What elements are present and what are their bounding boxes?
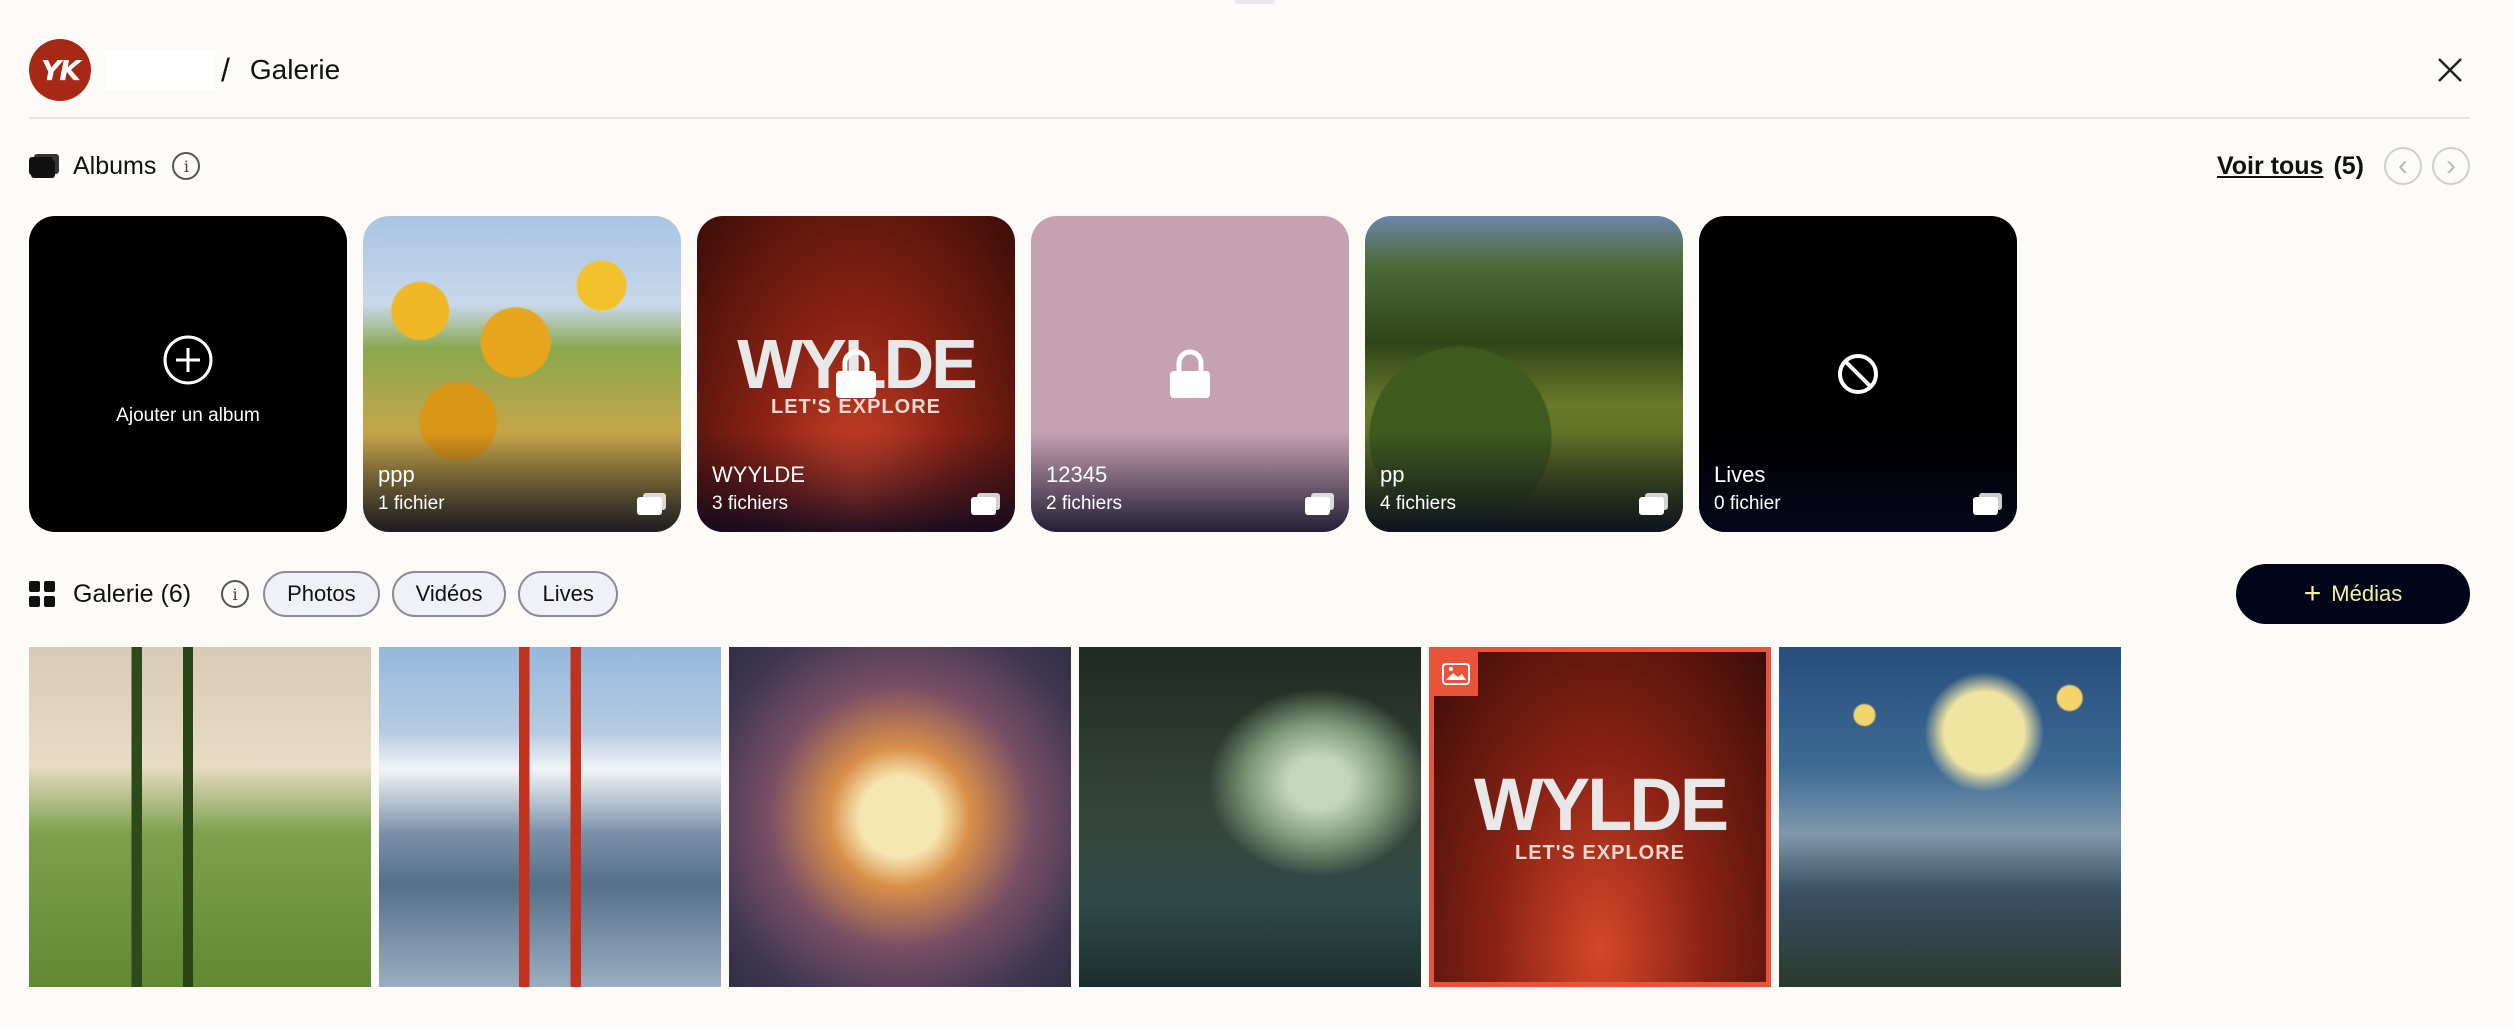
gallery-title: Galerie (6) bbox=[73, 579, 192, 608]
image-badge bbox=[1434, 652, 1478, 696]
blocked-icon bbox=[1838, 354, 1878, 394]
brand-logo[interactable]: YK bbox=[29, 39, 91, 101]
media-artwork-subtext: LET'S EXPLORE bbox=[1514, 842, 1685, 864]
gallery-grid: WYLDE LET'S EXPLORE bbox=[29, 647, 2121, 987]
album-name: Lives bbox=[1714, 462, 1766, 487]
album-card[interactable]: 12345 2 fichiers bbox=[1031, 216, 1349, 532]
gallery-header: Galerie (6) i Photos Vidéos Lives + Médi… bbox=[29, 564, 2470, 624]
add-album-label: Ajouter un album bbox=[116, 405, 260, 426]
add-album-card[interactable]: Ajouter un album bbox=[29, 216, 347, 532]
folder-icon bbox=[1639, 493, 1668, 515]
grid-icon bbox=[29, 581, 55, 607]
albums-list: Ajouter un album ppp 1 fichier WYLDE LET… bbox=[29, 216, 2017, 532]
folder-icon bbox=[637, 493, 666, 515]
filter-lives[interactable]: Lives bbox=[518, 571, 618, 617]
media-artwork-text: WYLDE bbox=[1473, 763, 1729, 846]
add-media-label: Médias bbox=[2331, 581, 2403, 606]
page-title: Galerie bbox=[249, 54, 341, 85]
chevron-right-icon: › bbox=[2446, 149, 2456, 182]
gallery-item-selected[interactable]: WYLDE LET'S EXPLORE bbox=[1429, 647, 1771, 987]
albums-header: Albums i Voir tous (5) ‹ › bbox=[29, 136, 2470, 196]
gallery-item[interactable] bbox=[29, 647, 371, 987]
album-artwork-subtext: LET'S EXPLORE bbox=[770, 396, 941, 418]
plus-icon: + bbox=[2303, 577, 2322, 610]
top-handle bbox=[1235, 0, 1275, 4]
folder-icon bbox=[1973, 493, 2002, 515]
album-card[interactable]: pp 4 fichiers bbox=[1365, 216, 1683, 532]
header-divider bbox=[29, 117, 2470, 119]
album-name: 12345 bbox=[1046, 462, 1108, 487]
close-button[interactable] bbox=[2430, 50, 2470, 90]
filter-photos[interactable]: Photos bbox=[263, 571, 380, 617]
see-all: Voir tous (5) bbox=[2217, 152, 2364, 181]
folder-icon bbox=[1305, 493, 1334, 515]
header: YK / Galerie bbox=[29, 38, 2470, 102]
folder-icon bbox=[971, 493, 1000, 515]
plus-circle-icon bbox=[163, 335, 213, 385]
see-all-link[interactable]: Voir tous bbox=[2217, 152, 2323, 181]
next-button[interactable]: › bbox=[2432, 147, 2470, 185]
album-name: ppp bbox=[378, 462, 415, 487]
filter-videos[interactable]: Vidéos bbox=[391, 571, 507, 617]
gallery-item[interactable] bbox=[1779, 647, 2121, 987]
info-icon[interactable]: i bbox=[172, 152, 201, 180]
lock-icon bbox=[836, 349, 876, 398]
albums-count: (5) bbox=[2333, 151, 2364, 180]
album-count: 1 fichier bbox=[378, 493, 445, 514]
album-count: 2 fichiers bbox=[1046, 493, 1123, 514]
add-media-button[interactable]: + Médias bbox=[2236, 564, 2470, 624]
username-redacted bbox=[105, 50, 215, 90]
album-card[interactable]: Lives 0 fichier bbox=[1699, 216, 2017, 532]
image-icon bbox=[1442, 663, 1470, 685]
gallery-item[interactable] bbox=[729, 647, 1071, 987]
albums-title: Albums bbox=[73, 151, 157, 180]
gallery-item[interactable] bbox=[379, 647, 721, 987]
album-name: WYYLDE bbox=[712, 462, 805, 487]
chevron-left-icon: ‹ bbox=[2398, 149, 2408, 182]
album-name: pp bbox=[1380, 462, 1405, 487]
prev-button[interactable]: ‹ bbox=[2384, 147, 2422, 185]
gallery-item[interactable] bbox=[1079, 647, 1421, 987]
folder-icon bbox=[29, 154, 59, 178]
close-icon bbox=[2438, 58, 2462, 82]
info-icon[interactable]: i bbox=[221, 580, 250, 608]
album-count: 0 fichier bbox=[1714, 493, 1781, 514]
album-card[interactable]: ppp 1 fichier bbox=[363, 216, 681, 532]
album-count: 3 fichiers bbox=[712, 493, 789, 514]
album-card[interactable]: WYLDE LET'S EXPLORE WYYLDE 3 fichiers bbox=[697, 216, 1015, 532]
album-count: 4 fichiers bbox=[1380, 493, 1457, 514]
breadcrumb-separator: / bbox=[221, 51, 230, 88]
lock-icon bbox=[1170, 349, 1210, 398]
